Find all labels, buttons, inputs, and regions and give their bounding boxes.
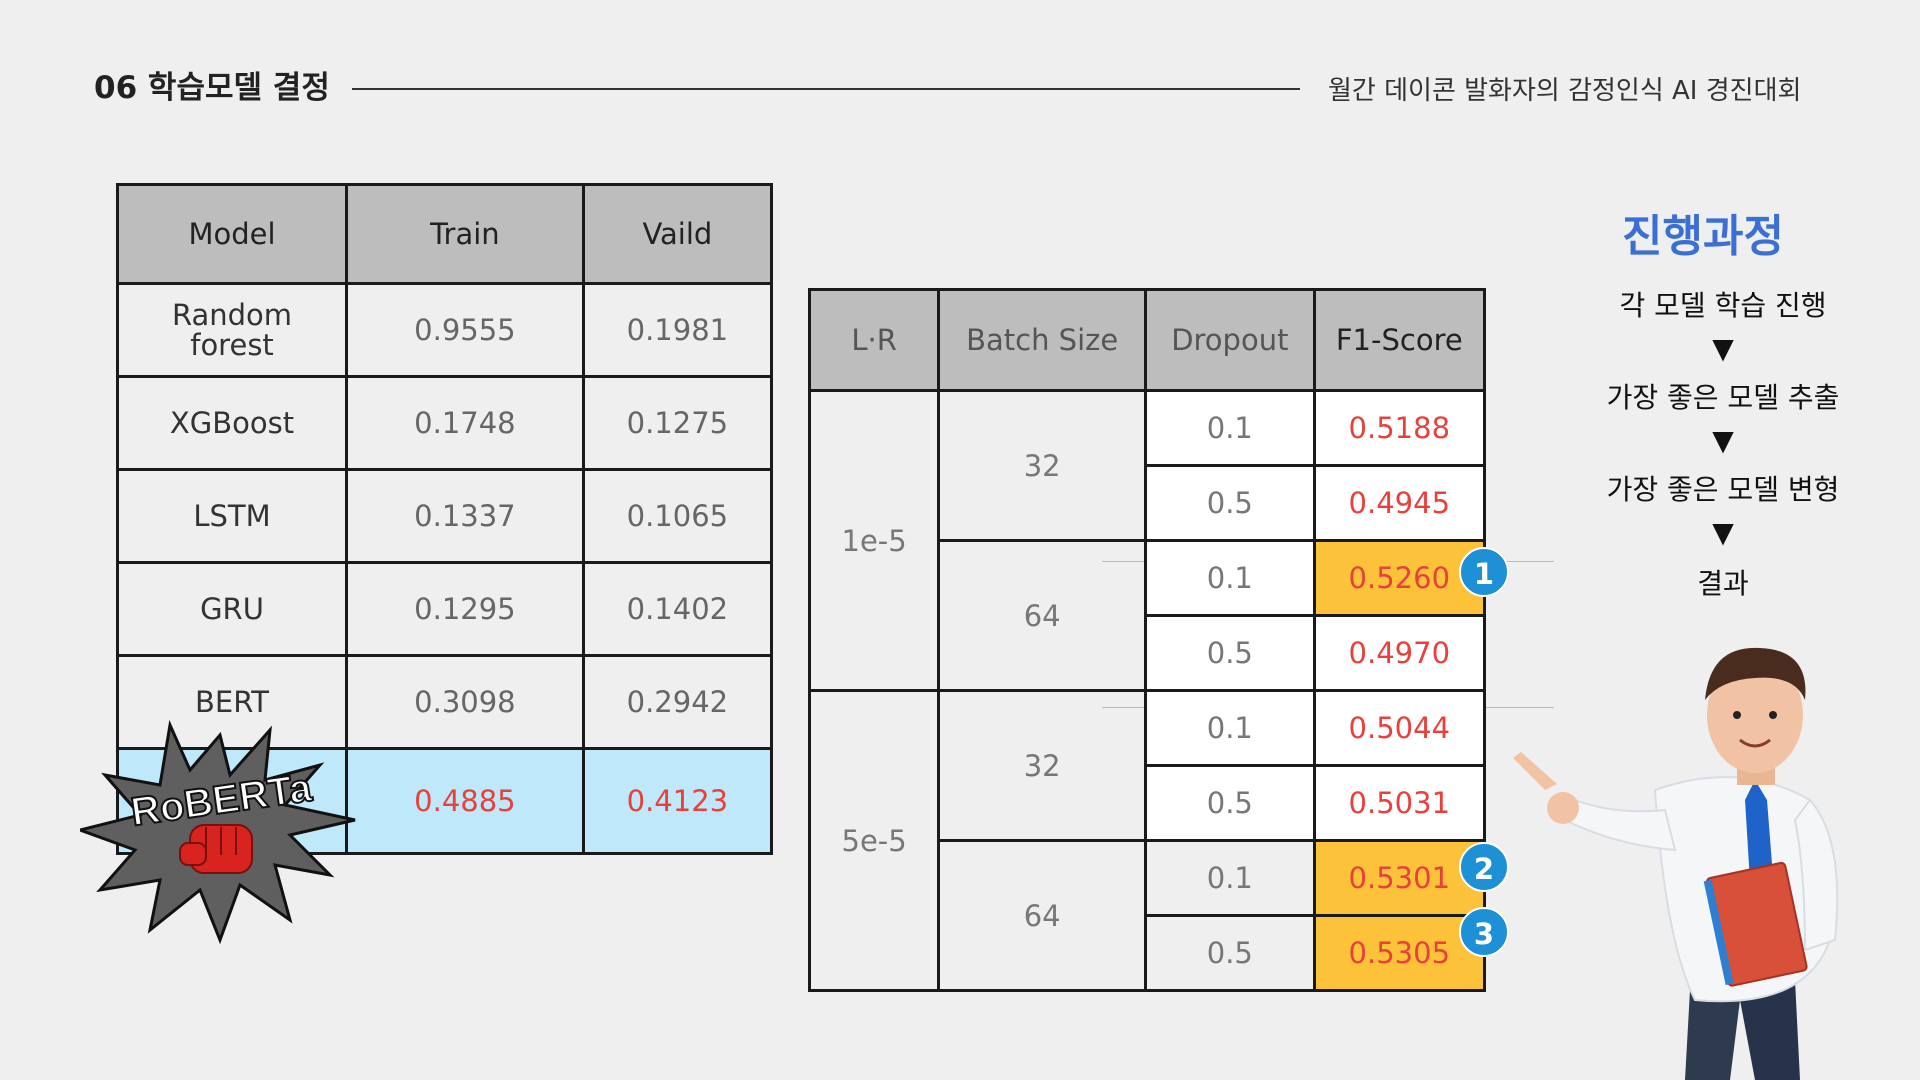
valid-score: 0.1981 [581, 282, 774, 378]
dropout-value: 0.1 [1144, 389, 1316, 467]
column-header-dropout: Dropout [1144, 288, 1316, 392]
rank-badge-2: 2 [1459, 842, 1509, 892]
f1-score-top: 0.5301 [1312, 839, 1487, 917]
f1-score: 0.4945 [1312, 464, 1487, 542]
process-step-1: 각 모델 학습 진행 [1619, 289, 1827, 322]
table-header-row: L·R Batch Size Dropout F1-Score [807, 288, 1487, 392]
table-header-row: Model Train Vaild [115, 183, 774, 285]
lr-value: 1e-5 [807, 389, 941, 692]
train-score: 0.3098 [345, 654, 585, 750]
train-score: 0.4885 [345, 747, 585, 855]
dropout-value: 0.1 [1144, 839, 1316, 917]
process-arrow-icon: ▼ [1712, 332, 1734, 365]
train-score: 0.1748 [345, 375, 585, 471]
dropout-value: 0.5 [1144, 764, 1316, 842]
process-step-3: 가장 좋은 모델 변형 [1606, 473, 1840, 506]
column-header-batch-size: Batch Size [937, 288, 1148, 392]
table-row: 1e-5 32 0.1 0.5188 [807, 389, 1487, 692]
valid-score: 0.2942 [581, 654, 774, 750]
model-name: GRU [115, 561, 349, 657]
process-step-4: 결과 [1697, 567, 1749, 600]
fist-icon [179, 824, 253, 874]
train-score: 0.1295 [345, 561, 585, 657]
f1-score: 0.4970 [1312, 614, 1487, 692]
table-row: LSTM 0.1337 0.1065 [115, 468, 774, 564]
valid-score: 0.4123 [581, 747, 774, 855]
event-title: 월간 데이콘 발화자의 감정인식 AI 경진대회 [1328, 76, 1802, 106]
process-title: 진행과정 [1622, 211, 1784, 262]
f1-score: 0.5188 [1312, 389, 1487, 467]
column-header-model: Model [115, 183, 349, 285]
train-score: 0.1337 [345, 468, 585, 564]
dropout-value: 0.1 [1144, 539, 1316, 617]
batch-size-value: 64 [937, 839, 1148, 992]
dropout-value: 0.5 [1144, 914, 1316, 992]
model-name: XGBoost [115, 375, 349, 471]
presenter-illustration [1513, 647, 1839, 1080]
rank-badge-1: 1 [1459, 547, 1509, 597]
column-header-valid: Vaild [581, 183, 774, 285]
batch-size-value: 32 [937, 389, 1148, 542]
process-arrow-icon: ▼ [1712, 516, 1734, 549]
table-row: Random forest 0.9555 0.1981 [115, 282, 774, 378]
table-row: 5e-5 32 0.1 0.5044 [807, 689, 1487, 992]
f1-score: 0.5044 [1312, 689, 1487, 767]
batch-size-value: 32 [937, 689, 1148, 842]
dropout-value: 0.1 [1144, 689, 1316, 767]
process-arrow-icon: ▼ [1712, 424, 1734, 457]
header-divider [352, 88, 1300, 90]
lr-value: 5e-5 [807, 689, 941, 992]
valid-score: 0.1402 [581, 561, 774, 657]
column-header-lr: L·R [807, 288, 941, 392]
batch-size-value: 64 [937, 539, 1148, 692]
table-row: GRU 0.1295 0.1402 [115, 561, 774, 657]
dropout-value: 0.5 [1144, 614, 1316, 692]
column-header-f1: F1-Score [1312, 288, 1487, 392]
model-name-line2: forest [190, 328, 274, 362]
roberta-burst-badge: RoBERTa [80, 719, 356, 945]
model-name-line1: Random [171, 298, 293, 332]
model-name: Random forest [115, 282, 349, 378]
process-step-2: 가장 좋은 모델 추출 [1606, 381, 1840, 414]
valid-score: 0.1275 [581, 375, 774, 471]
table-row: XGBoost 0.1748 0.1275 [115, 375, 774, 471]
train-score: 0.9555 [345, 282, 585, 378]
hyperparameter-table: L·R Batch Size Dropout F1-Score 1e-5 32 … [807, 288, 1487, 992]
section-title: 06 학습모델 결정 [94, 70, 330, 106]
column-header-train: Train [345, 183, 585, 285]
dropout-value: 0.5 [1144, 464, 1316, 542]
rank-badge-3: 3 [1459, 907, 1509, 957]
model-name: LSTM [115, 468, 349, 564]
f1-score: 0.5031 [1312, 764, 1487, 842]
valid-score: 0.1065 [581, 468, 774, 564]
